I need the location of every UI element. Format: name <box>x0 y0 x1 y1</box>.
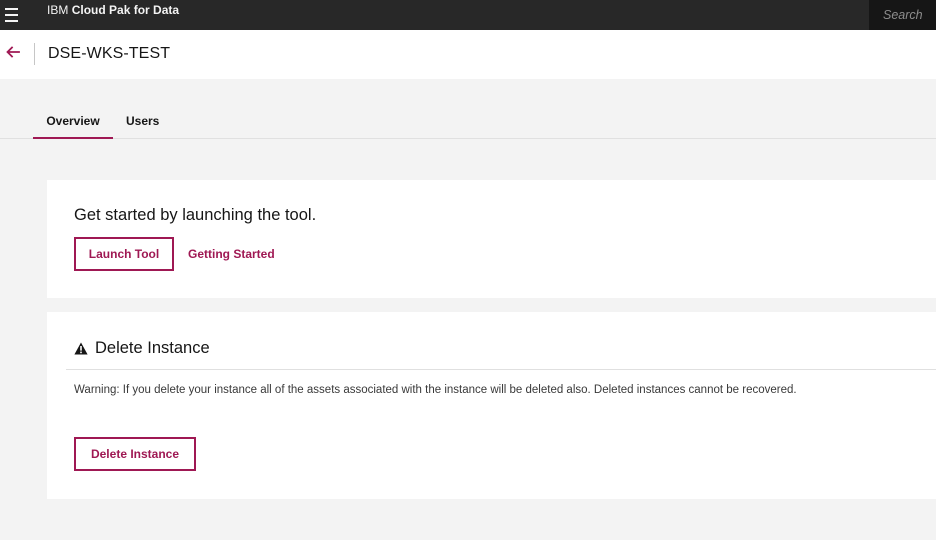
launch-tool-card: Get started by launching the tool. Launc… <box>47 180 936 298</box>
brand-product: Cloud Pak for Data <box>71 3 180 17</box>
card-divider <box>66 369 936 370</box>
delete-instance-button[interactable]: Delete Instance <box>74 437 196 471</box>
search-box[interactable] <box>869 0 936 30</box>
getting-started-link[interactable]: Getting Started <box>188 247 275 261</box>
header-divider <box>34 43 35 65</box>
tab-bar: Overview Users <box>0 79 936 139</box>
launch-card-heading: Get started by launching the tool. <box>74 206 317 224</box>
top-navigation-bar: IBM Cloud Pak for Data <box>0 0 936 30</box>
launch-tool-button[interactable]: Launch Tool <box>74 237 174 271</box>
tab-overview[interactable]: Overview <box>33 114 113 139</box>
hamburger-menu-icon[interactable] <box>0 0 24 30</box>
tab-users[interactable]: Users <box>126 114 159 128</box>
page-title: DSE-WKS-TEST <box>48 45 171 62</box>
arrow-left-icon[interactable] <box>5 44 23 64</box>
page-header: DSE-WKS-TEST <box>0 30 936 79</box>
product-brand[interactable]: IBM Cloud Pak for Data <box>47 0 179 30</box>
warning-triangle-icon <box>74 342 88 355</box>
brand-prefix: IBM <box>47 3 69 17</box>
delete-card-heading: Delete Instance <box>74 339 210 358</box>
delete-instance-card: Delete Instance Warning: If you delete y… <box>47 312 936 499</box>
delete-heading-text: Delete Instance <box>95 339 210 357</box>
delete-warning-text: Warning: If you delete your instance all… <box>74 384 797 396</box>
search-input[interactable] <box>869 0 936 30</box>
